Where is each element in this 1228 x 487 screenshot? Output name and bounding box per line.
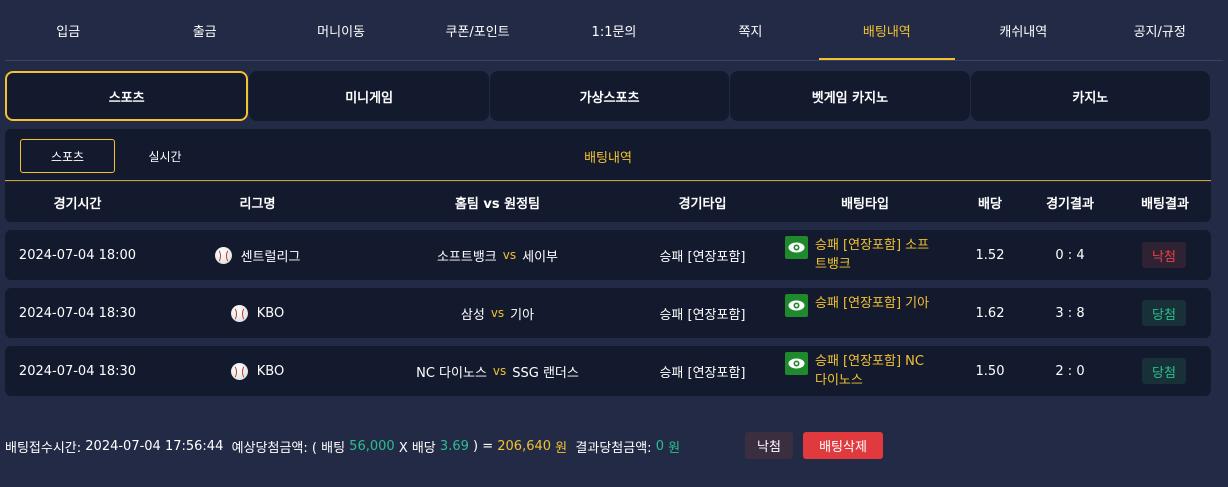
nav-withdraw[interactable]: 출금 <box>136 0 272 60</box>
nav-deposit[interactable]: 입금 <box>0 0 136 60</box>
nav-money-transfer[interactable]: 머니이동 <box>273 0 409 60</box>
row-score: 0 : 4 <box>1055 247 1085 263</box>
header-game-result: 경기결과 <box>1046 196 1094 212</box>
nav-messages[interactable]: 쪽지 <box>682 0 818 60</box>
category-tab-betgame-casino[interactable]: 벳게임 카지노 <box>730 71 970 121</box>
accept-time-value: 2024-07-04 17:56:44 <box>85 438 224 454</box>
row-bet-result: 낙첨 <box>1139 230 1189 280</box>
nav-inquiry[interactable]: 1:1문의 <box>546 0 682 60</box>
eye-icon[interactable] <box>785 236 808 259</box>
header-teams: 홈팀 vs 원정팀 <box>454 196 541 212</box>
row-bet-result: 당첨 <box>1139 288 1189 338</box>
home-team: NC 다이노스 <box>416 365 487 381</box>
baseball-icon <box>230 362 248 380</box>
baseball-icon <box>214 246 232 264</box>
row-game-type: 승패 [연장포함] <box>659 307 746 323</box>
category-tab-sports[interactable]: 스포츠 <box>5 71 249 121</box>
nav-cash-history[interactable]: 캐쉬내역 <box>955 0 1091 60</box>
row-time: 2024-07-04 18:30 <box>18 305 137 321</box>
row-game-type: 승패 [연장포함] <box>659 249 746 265</box>
header-odds: 배당 <box>978 196 1002 212</box>
header-league: 리그명 <box>239 196 276 212</box>
nav-divider <box>5 60 1223 61</box>
eye-icon[interactable] <box>785 352 808 375</box>
header-bet-type: 배팅타입 <box>841 196 889 212</box>
header-game-time: 경기시간 <box>53 196 102 212</box>
category-tab-virtual-sports[interactable]: 가상스포츠 <box>489 71 730 121</box>
eye-icon[interactable] <box>785 294 808 317</box>
bet-type-text: 승패 [연장포함] 기아 <box>815 296 930 311</box>
header-game-type: 경기타입 <box>678 196 727 212</box>
row-game-type: 승패 [연장포함] <box>659 365 746 381</box>
row-league: KBO <box>185 346 330 396</box>
expected-currency: 원 <box>555 440 568 456</box>
vs-label: vs <box>490 306 505 320</box>
nav-coupon-point[interactable]: 쿠폰/포인트 <box>409 0 545 60</box>
league-name: KBO <box>256 305 285 321</box>
category-tab-casino[interactable]: 카지노 <box>970 71 1211 121</box>
home-team: 삼성 <box>460 307 485 323</box>
row-bet-result: 당첨 <box>1139 346 1189 396</box>
away-team: 기아 <box>510 307 535 323</box>
row-teams: 삼성 vs 기아 <box>385 288 610 338</box>
row-time: 2024-07-04 18:30 <box>18 363 137 379</box>
vs-label: vs <box>492 364 507 378</box>
sub-tab-live[interactable]: 실시간 <box>120 139 210 173</box>
header-bet-result: 배팅결과 <box>1141 196 1189 212</box>
status-badge: 당첨 <box>1142 358 1186 384</box>
nav-notice-rules[interactable]: 공지/규정 <box>1092 0 1228 60</box>
league-name: 센트럴리그 <box>240 249 301 265</box>
league-name: KBO <box>256 363 285 379</box>
row-bet-type: 승패 [연장포함] NC 다이노스 <box>785 352 935 392</box>
result-currency: 원 <box>668 440 681 456</box>
open-bet-label: ( 배팅 <box>311 440 346 456</box>
accept-time-label: 배팅접수시간: <box>5 440 82 456</box>
row-bet-type: 승패 [연장포함] 소프트뱅크 <box>785 236 935 276</box>
row-teams: 소프트뱅크 vs 세이부 <box>385 230 610 280</box>
row-teams: NC 다이노스 vs SSG 랜더스 <box>385 346 610 396</box>
table-row[interactable]: 2024-07-04 18:00 센트럴리그 소프트뱅크 vs 세이부 승패 [… <box>5 230 1211 280</box>
bet-summary: 배팅접수시간: 2024-07-04 17:56:44 예상당첨금액: ( 배팅… <box>5 432 680 460</box>
equals-label: ) = <box>473 438 494 454</box>
delete-bet-button[interactable]: 배팅삭제 <box>803 432 883 459</box>
vs-label: vs <box>502 248 517 262</box>
away-team: 세이부 <box>522 249 559 265</box>
category-tabs: 스포츠 미니게임 가상스포츠 벳게임 카지노 카지노 <box>5 71 1211 121</box>
row-score: 2 : 0 <box>1055 363 1085 379</box>
row-time: 2024-07-04 18:00 <box>18 247 137 263</box>
row-odds: 1.50 <box>975 363 1005 379</box>
result-status-button[interactable]: 낙첨 <box>745 432 793 459</box>
row-league: 센트럴리그 <box>185 230 330 280</box>
row-bet-type: 승패 [연장포함] 기아 <box>785 294 935 334</box>
result-win-label: 결과당첨금액: <box>575 440 652 456</box>
row-league: KBO <box>185 288 330 338</box>
category-tab-minigame[interactable]: 미니게임 <box>249 71 489 121</box>
home-team: 소프트뱅크 <box>436 249 497 265</box>
bet-amount: 56,000 <box>349 438 395 454</box>
expected-amount: 206,640 <box>497 438 552 454</box>
table-row[interactable]: 2024-07-04 18:30 KBO 삼성 vs 기아 승패 [연장포함] … <box>5 288 1211 338</box>
bet-history-panel: 배팅내역 스포츠 실시간 경기시간 리그명 홈팀 vs 원정팀 경기타입 배팅타… <box>5 129 1211 396</box>
top-nav: 입금 출금 머니이동 쿠폰/포인트 1:1문의 쪽지 배팅내역 캐쉬내역 공지/… <box>0 0 1228 60</box>
nav-bet-history[interactable]: 배팅내역 <box>818 0 956 60</box>
row-score: 3 : 8 <box>1055 305 1085 321</box>
status-badge: 낙첨 <box>1142 242 1186 268</box>
table-row[interactable]: 2024-07-04 18:30 KBO NC 다이노스 vs SSG 랜더스 … <box>5 346 1211 396</box>
table-header: 경기시간 리그명 홈팀 vs 원정팀 경기타입 배팅타입 배당 경기결과 배팅결… <box>5 182 1211 222</box>
status-badge: 당첨 <box>1142 300 1186 326</box>
away-team: SSG 랜더스 <box>512 365 579 381</box>
bet-type-text: 승패 [연장포함] NC 다이노스 <box>815 354 924 388</box>
row-odds: 1.52 <box>975 247 1005 263</box>
bet-type-text: 승패 [연장포함] 소프트뱅크 <box>815 238 930 272</box>
result-amount: 0 <box>655 438 664 454</box>
row-odds: 1.62 <box>975 305 1005 321</box>
sub-tab-bar: 배팅내역 스포츠 실시간 <box>5 129 1211 181</box>
times-odds-label: X 배당 <box>398 440 436 456</box>
total-odds: 3.69 <box>439 438 469 454</box>
sub-tab-sports[interactable]: 스포츠 <box>20 139 115 173</box>
baseball-icon <box>230 304 248 322</box>
expected-win-label: 예상당첨금액: <box>231 440 308 456</box>
